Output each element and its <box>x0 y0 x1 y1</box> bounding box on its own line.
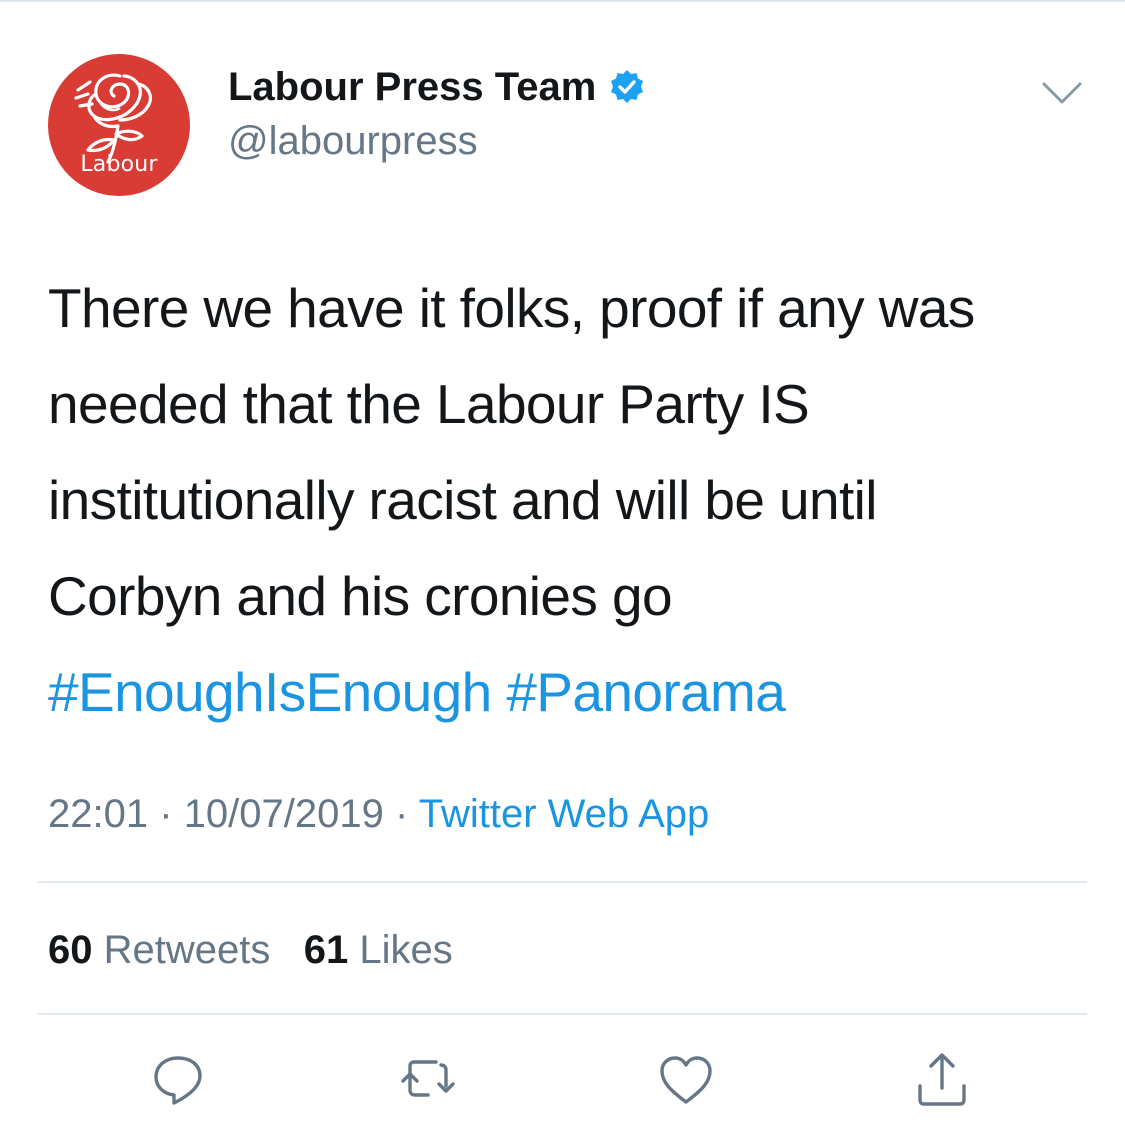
meta-separator: · <box>159 792 173 836</box>
divider <box>38 881 1087 883</box>
retweet-count: 60 <box>48 928 93 972</box>
top-divider <box>0 0 1125 2</box>
meta-separator: · <box>395 792 409 836</box>
tweet-text-line: There we have it folks, proof if any was <box>48 277 975 339</box>
chevron-down-icon[interactable] <box>1040 78 1084 108</box>
likes-stat[interactable]: 61 Likes <box>304 928 453 972</box>
hashtag-link[interactable]: #EnoughIsEnough <box>48 661 492 723</box>
display-name[interactable]: Labour Press Team <box>228 62 596 112</box>
reply-icon[interactable] <box>148 1050 208 1110</box>
tweet-text: There we have it folks, proof if any was… <box>48 260 1108 740</box>
tweet-text-line: institutionally racist and will be until <box>48 469 878 531</box>
tweet-stats: 60 Retweets 61 Likes <box>48 922 453 978</box>
tweet-text-line: Corbyn and his cronies go <box>48 565 673 627</box>
like-count: 61 <box>303 928 349 972</box>
author-name-row[interactable]: Labour Press Team <box>228 62 646 112</box>
like-label: Likes <box>359 928 453 972</box>
share-icon[interactable] <box>912 1050 972 1110</box>
author-handle[interactable]: @labourpress <box>228 116 478 166</box>
avatar[interactable]: Labour <box>48 54 190 196</box>
retweets-stat[interactable]: 60 Retweets <box>48 928 270 972</box>
avatar-label: Labour <box>80 152 158 177</box>
tweet-time[interactable]: 22:01 <box>48 792 148 836</box>
retweet-icon[interactable] <box>398 1050 458 1110</box>
hashtag-line: #EnoughIsEnough #Panorama <box>48 644 1108 740</box>
tweet-text-line: needed that the Labour Party IS <box>48 373 810 435</box>
tweet-meta: 22:01 · 10/07/2019 · Twitter Web App <box>48 786 709 842</box>
retweet-label: Retweets <box>103 928 271 972</box>
tweet-source-link[interactable]: Twitter Web App <box>419 792 710 836</box>
verified-badge-icon <box>608 68 646 106</box>
heart-icon[interactable] <box>656 1050 716 1110</box>
hashtag-link[interactable]: #Panorama <box>506 661 786 723</box>
divider <box>38 1013 1087 1015</box>
tweet-date[interactable]: 10/07/2019 <box>184 792 384 836</box>
